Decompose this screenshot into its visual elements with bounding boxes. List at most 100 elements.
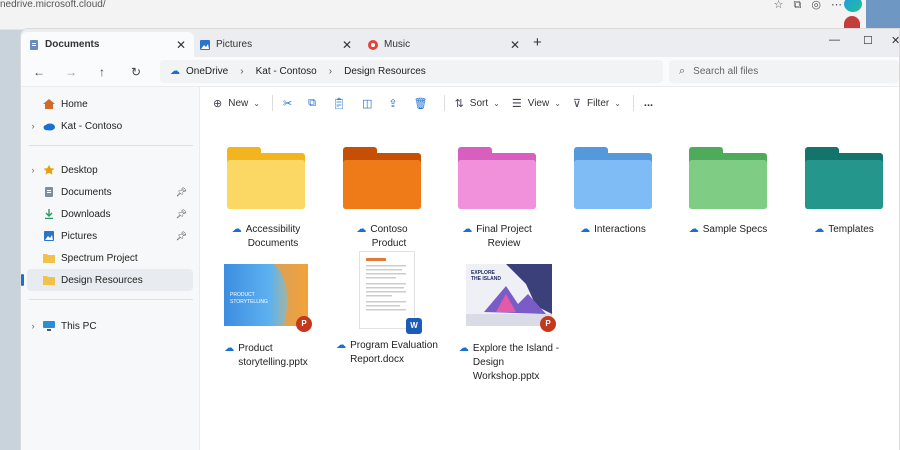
close-icon[interactable]: ✕ bbox=[342, 38, 352, 52]
svg-text:PRODUCT: PRODUCT bbox=[230, 292, 255, 298]
close-icon[interactable]: ✕ bbox=[510, 38, 520, 52]
chevron-right-icon[interactable]: › bbox=[27, 121, 39, 131]
tab-pictures[interactable]: Pictures ✕ bbox=[192, 32, 360, 57]
folder-item-templates[interactable]: ☁ Templates bbox=[789, 147, 899, 237]
sidebar-item-design-resources[interactable]: Design Resources bbox=[21, 269, 193, 291]
sidebar-item-documents[interactable]: Documents 📌︎ bbox=[27, 181, 193, 203]
collections-icon[interactable]: ⧉ bbox=[794, 0, 802, 11]
paste-icon[interactable]: 📋︎ bbox=[332, 97, 346, 110]
add-circle-icon: ⊕ bbox=[213, 97, 223, 110]
rename-icon[interactable]: ◫ bbox=[362, 97, 372, 110]
folder-icon bbox=[227, 147, 305, 209]
address-bar[interactable]: ☁ OneDrive › Kat - Contoso › Design Reso… bbox=[160, 60, 663, 83]
home-icon bbox=[43, 99, 55, 109]
chevron-down-icon: ⌄ bbox=[253, 98, 260, 108]
item-name: Accessibility Documents bbox=[245, 224, 301, 249]
close-icon[interactable]: ✕ bbox=[176, 38, 186, 52]
star-icon[interactable]: ☆ bbox=[774, 0, 784, 11]
pin-icon[interactable]: 📌︎ bbox=[176, 209, 187, 220]
item-name: Program Evaluation Report.docx bbox=[350, 340, 438, 365]
back-arrow-icon[interactable]: ← bbox=[33, 65, 45, 79]
minimize-button[interactable]: — bbox=[829, 34, 840, 46]
chevron-down-icon: ⌄ bbox=[554, 98, 561, 108]
svg-text:THE ISLAND: THE ISLAND bbox=[471, 276, 501, 282]
downloads-icon bbox=[43, 209, 55, 220]
forward-arrow-icon[interactable]: → bbox=[65, 65, 77, 79]
folder-item-sample-specs[interactable]: ☁ Sample Specs bbox=[673, 147, 783, 237]
up-arrow-icon[interactable]: ↑ bbox=[99, 65, 105, 79]
pin-icon[interactable]: 📌︎ bbox=[176, 231, 187, 242]
folder-icon bbox=[43, 275, 55, 285]
browser-icons: ☆ ⧉ ◎ ⋯ bbox=[774, 0, 842, 11]
sidebar-item-this-pc[interactable]: › This PC bbox=[27, 315, 193, 337]
cloud-icon: ☁ bbox=[580, 224, 591, 235]
sidebar-item-downloads[interactable]: Downloads 📌︎ bbox=[27, 203, 193, 225]
item-name: Contoso Product bbox=[370, 224, 408, 249]
folder-icon bbox=[689, 147, 767, 209]
breadcrumb-kat-contoso[interactable]: Kat - Contoso bbox=[256, 66, 317, 77]
this-pc-icon bbox=[43, 321, 55, 331]
folder-item-contoso-product[interactable]: ☁ Contoso Product bbox=[327, 147, 437, 251]
sort-icon: ⇅ bbox=[454, 97, 464, 110]
sidebar-item-kat-contoso[interactable]: › Kat - Contoso bbox=[27, 115, 193, 137]
file-item-product-storytelling[interactable]: PRODUCT STORYTELLING P ☁ Product storytel… bbox=[209, 262, 323, 370]
sidebar-item-pictures[interactable]: Pictures 📌︎ bbox=[27, 225, 193, 247]
cloud-icon: ☁ bbox=[462, 224, 473, 235]
more-icon[interactable]: ⋯ bbox=[831, 0, 842, 11]
tab-music[interactable]: Music ✕ bbox=[360, 32, 528, 57]
new-tab-button[interactable]: + bbox=[533, 34, 542, 51]
pin-icon[interactable]: 📌︎ bbox=[176, 187, 187, 198]
more-options-button[interactable]: ... bbox=[644, 97, 653, 109]
filter-button[interactable]: ⊽ Filter ⌄ bbox=[573, 97, 621, 110]
folder-item-final-project-review[interactable]: ☁ Final Project Review bbox=[442, 147, 552, 251]
sidebar-item-spectrum-project[interactable]: Spectrum Project bbox=[27, 247, 193, 269]
share-icon[interactable]: ⇪ bbox=[388, 97, 397, 110]
new-button[interactable]: ⊕ New ⌄ bbox=[213, 97, 260, 110]
copy-icon[interactable]: ⧉ bbox=[308, 97, 316, 110]
music-icon bbox=[368, 39, 378, 50]
folder-icon bbox=[343, 147, 421, 209]
tab-label: Documents bbox=[45, 39, 100, 50]
view-button[interactable]: ☰ View ⌄ bbox=[512, 97, 561, 110]
file-item-explore-the-island[interactable]: EXPLORE THE ISLAND P ☁ Explore the Islan… bbox=[447, 262, 571, 384]
search-icon: ⌕ bbox=[679, 65, 686, 77]
browser-extensions-icon[interactable]: ◎ bbox=[811, 0, 821, 11]
refresh-icon[interactable]: ↻ bbox=[131, 65, 141, 79]
file-item-program-evaluation-report[interactable]: W ☁ Program Evaluation Report.docx bbox=[325, 251, 449, 367]
chevron-down-icon: ⌄ bbox=[614, 98, 621, 108]
maximize-button[interactable]: ☐ bbox=[863, 34, 873, 47]
cut-icon[interactable]: ✂ bbox=[283, 97, 292, 110]
cloud-icon: ☁ bbox=[688, 224, 699, 235]
pptx-thumbnail: PRODUCT STORYTELLING P bbox=[224, 264, 312, 332]
sidebar-item-desktop[interactable]: › Desktop bbox=[27, 159, 193, 181]
item-name: Interactions bbox=[594, 224, 646, 235]
powerpoint-icon: P bbox=[296, 316, 312, 332]
search-input[interactable]: ⌕ Search all files bbox=[669, 60, 899, 83]
chevron-right-icon[interactable]: › bbox=[27, 165, 39, 175]
sidebar-item-home[interactable]: Home bbox=[27, 93, 193, 115]
folder-icon bbox=[43, 253, 55, 263]
browser-url[interactable]: nedrive.microsoft.cloud/ bbox=[0, 0, 106, 10]
close-window-button[interactable]: ✕ bbox=[891, 34, 899, 47]
folder-item-interactions[interactable]: ☁ Interactions bbox=[558, 147, 668, 237]
chevron-right-icon: › bbox=[240, 66, 244, 77]
chevron-right-icon[interactable]: › bbox=[27, 321, 39, 331]
delete-icon[interactable]: 🗑︎ bbox=[414, 97, 428, 110]
word-icon: W bbox=[406, 318, 422, 334]
breadcrumb-onedrive[interactable]: OneDrive bbox=[186, 66, 228, 77]
item-name: Explore the Island - Design Workshop.pptx bbox=[472, 343, 560, 382]
navigation-pane: Home › Kat - Contoso › Desktop Documents… bbox=[21, 87, 200, 450]
tab-bar: Documents ✕ Pictures ✕ Music ✕ + — ☐ ✕ bbox=[21, 29, 899, 57]
command-divider bbox=[632, 95, 634, 111]
pictures-icon bbox=[200, 39, 210, 50]
folder-item-accessibility-documents[interactable]: ☁ Accessibility Documents bbox=[211, 147, 321, 251]
folder-icon bbox=[805, 147, 883, 209]
tab-documents[interactable]: Documents ✕ bbox=[21, 32, 194, 57]
documents-icon bbox=[29, 39, 39, 50]
cloud-icon: ☁ bbox=[814, 224, 825, 235]
sidebar-divider bbox=[29, 299, 193, 300]
breadcrumb-design-resources[interactable]: Design Resources bbox=[344, 66, 426, 77]
sort-button[interactable]: ⇅ Sort ⌄ bbox=[455, 97, 500, 110]
filter-icon: ⊽ bbox=[572, 97, 581, 110]
cloud-icon: ☁ bbox=[224, 343, 235, 354]
